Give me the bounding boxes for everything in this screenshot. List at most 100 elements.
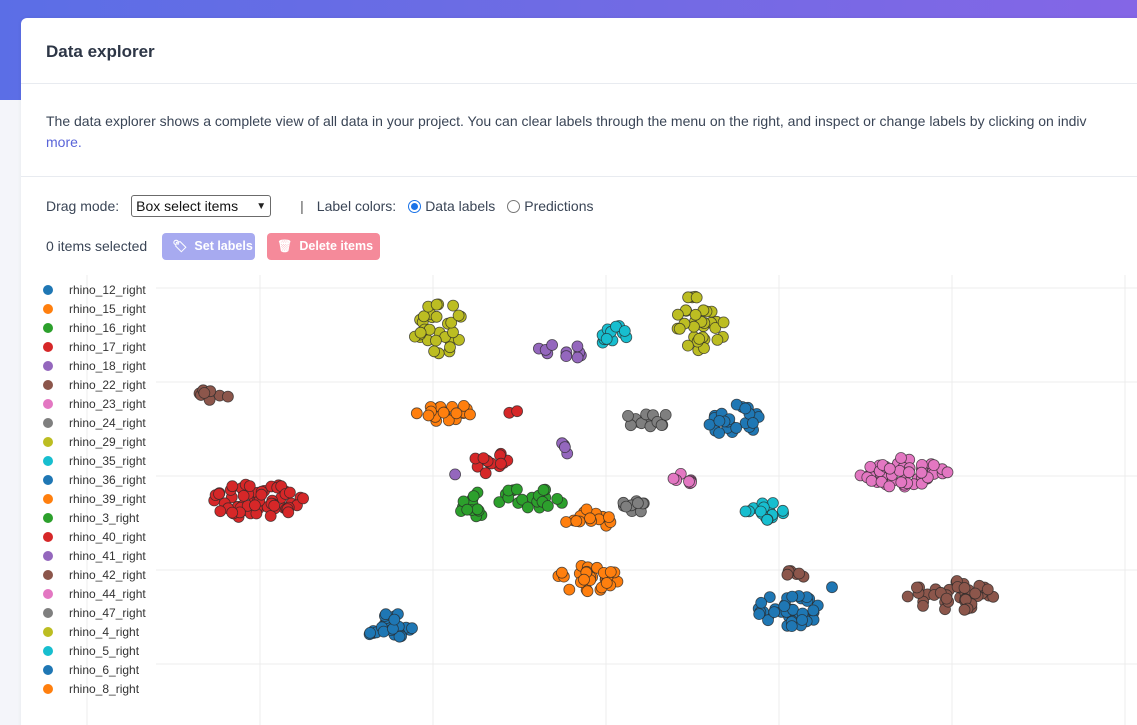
scatter-point[interactable] <box>571 340 584 353</box>
legend-item[interactable]: rhino_15_right <box>43 299 146 318</box>
scatter-point[interactable] <box>521 501 534 514</box>
scatter-point[interactable] <box>667 472 680 485</box>
scatter-point[interactable] <box>739 402 752 415</box>
radio-predictions[interactable] <box>507 199 521 213</box>
legend-item[interactable]: rhino_12_right <box>43 280 146 299</box>
scatter-plot-area[interactable]: rhino_12_right rhino_15_right rhino_16_rig… <box>21 275 1137 725</box>
set-labels-button[interactable]: 🏷 Set labels <box>162 232 256 260</box>
scatter-point[interactable] <box>895 452 907 464</box>
scatter-point[interactable] <box>693 333 706 345</box>
scatter-point[interactable] <box>917 599 929 612</box>
scatter-point[interactable] <box>941 466 954 479</box>
legend-item[interactable]: rhino_41_right <box>43 546 146 565</box>
scatter-point[interactable] <box>776 504 789 517</box>
legend-item[interactable]: rhino_5_right <box>43 641 139 660</box>
scatter-point[interactable] <box>221 390 234 403</box>
scatter-point[interactable] <box>410 407 423 420</box>
scatter-point[interactable] <box>282 506 295 519</box>
legend-item[interactable]: rhino_29_right <box>43 432 146 451</box>
scatter-point[interactable] <box>865 474 878 487</box>
legend-item[interactable]: rhino_8_right <box>43 679 139 698</box>
scatter-point[interactable] <box>632 497 644 510</box>
scatter-point[interactable] <box>655 419 668 432</box>
scatter-point[interactable] <box>940 592 953 605</box>
scatter-point[interactable] <box>981 583 994 596</box>
scatter-point[interactable] <box>690 291 703 304</box>
scatter-point[interactable] <box>414 326 427 339</box>
scatter-point[interactable] <box>958 582 971 594</box>
legend-item[interactable]: rhino_4_right <box>43 622 139 641</box>
legend-item[interactable]: rhino_6_right <box>43 660 139 679</box>
scatter-point[interactable] <box>571 351 584 364</box>
scatter-point[interactable] <box>761 513 774 526</box>
scatter-point[interactable] <box>388 613 401 626</box>
scatter-plot[interactable] <box>21 275 1137 725</box>
scatter-point[interactable] <box>510 483 523 496</box>
scatter-point[interactable] <box>471 503 484 516</box>
scatter-point[interactable] <box>903 466 915 479</box>
scatter-point[interactable] <box>618 325 631 337</box>
legend-item[interactable]: rhino_18_right <box>43 356 146 375</box>
scatter-point[interactable] <box>755 596 768 609</box>
scatter-point[interactable] <box>255 488 268 501</box>
scatter-point[interactable] <box>826 581 838 594</box>
scatter-point[interactable] <box>578 573 590 586</box>
scatter-point[interactable] <box>778 600 791 613</box>
scatter-point[interactable] <box>447 326 459 339</box>
scatter-point[interactable] <box>739 505 752 518</box>
scatter-point[interactable] <box>467 490 480 503</box>
scatter-point[interactable] <box>264 510 277 522</box>
scatter-point[interactable] <box>683 475 695 488</box>
scatter-point[interactable] <box>689 308 702 321</box>
legend-item[interactable]: rhino_35_right <box>43 451 146 470</box>
scatter-point[interactable] <box>901 590 914 603</box>
scatter-point[interactable] <box>464 408 476 421</box>
scatter-point[interactable] <box>444 341 456 354</box>
radio-data-labels[interactable] <box>408 199 422 213</box>
legend-item[interactable]: rhino_47_right <box>43 603 146 622</box>
scatter-point[interactable] <box>560 350 573 362</box>
scatter-point[interactable] <box>452 309 465 322</box>
scatter-point[interactable] <box>237 489 250 502</box>
legend-item[interactable]: rhino_40_right <box>43 527 146 546</box>
scatter-point[interactable] <box>600 333 613 345</box>
scatter-point[interactable] <box>248 499 261 512</box>
legend-item[interactable]: rhino_22_right <box>43 375 146 394</box>
scatter-point[interactable] <box>428 345 441 358</box>
scatter-point[interactable] <box>214 505 227 518</box>
scatter-point[interactable] <box>895 476 908 489</box>
scatter-point[interactable] <box>422 409 435 422</box>
scatter-point[interactable] <box>430 298 443 311</box>
legend-item[interactable]: rhino_3_right <box>43 508 139 527</box>
read-more-link[interactable]: more. <box>46 132 1137 153</box>
scatter-point[interactable] <box>406 622 418 635</box>
scatter-point[interactable] <box>437 406 450 419</box>
scatter-point[interactable] <box>364 626 377 639</box>
scatter-point[interactable] <box>793 567 805 580</box>
scatter-point[interactable] <box>785 620 798 633</box>
legend-item[interactable]: rhino_36_right <box>43 470 146 489</box>
scatter-point[interactable] <box>450 407 463 420</box>
scatter-point[interactable] <box>603 511 615 524</box>
scatter-point[interactable] <box>511 405 524 418</box>
scatter-point[interactable] <box>604 566 617 578</box>
scatter-point[interactable] <box>542 500 554 512</box>
scatter-point[interactable] <box>198 387 211 399</box>
scatter-point[interactable] <box>747 417 759 429</box>
scatter-point[interactable] <box>703 418 716 431</box>
scatter-point[interactable] <box>563 583 576 596</box>
scatter-point[interactable] <box>713 427 725 439</box>
legend-item[interactable]: rhino_42_right <box>43 565 146 584</box>
scatter-point[interactable] <box>969 587 982 600</box>
scatter-point[interactable] <box>927 459 940 472</box>
scatter-point[interactable] <box>781 568 794 581</box>
scatter-point[interactable] <box>213 487 225 500</box>
legend-item[interactable]: rhino_23_right <box>43 394 146 413</box>
scatter-point[interactable] <box>786 590 799 603</box>
scatter-point[interactable] <box>622 409 634 422</box>
scatter-point[interactable] <box>883 480 896 493</box>
scatter-point[interactable] <box>796 614 808 626</box>
legend-item[interactable]: rhino_39_right <box>43 489 146 508</box>
scatter-point[interactable] <box>713 415 726 427</box>
scatter-point[interactable] <box>570 515 583 528</box>
